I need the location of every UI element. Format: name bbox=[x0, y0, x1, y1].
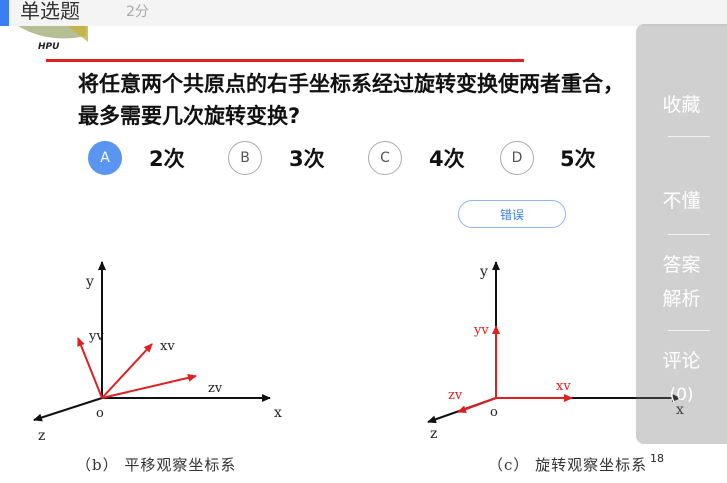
favorite-button[interactable]: 收藏 bbox=[636, 90, 727, 121]
top-bar-accent bbox=[0, 0, 9, 26]
left-caption: （b） 平移观察坐标系 bbox=[76, 456, 237, 474]
right-y-label: y bbox=[479, 264, 488, 280]
left-yv-label: yv bbox=[88, 329, 104, 344]
right-yv-label: yv bbox=[473, 323, 489, 338]
answer-label[interactable]: 答案 bbox=[636, 250, 727, 281]
answer-options: A 2次 B 3次 C 4次 D 5次 bbox=[0, 140, 640, 180]
dont-understand-button[interactable]: 不懂 bbox=[636, 186, 727, 217]
option-c-circle[interactable]: C bbox=[368, 141, 402, 175]
left-y-label: y bbox=[85, 274, 94, 290]
option-d-text: 5次 bbox=[560, 147, 596, 171]
question-text: 将任意两个共原点的右手坐标系经过旋转变换使两者重合，最多需要几次旋转变换? bbox=[78, 72, 624, 128]
left-yv-axis bbox=[77, 337, 103, 399]
option-a-circle[interactable]: A bbox=[88, 141, 122, 175]
page-number: 18 bbox=[650, 452, 664, 465]
coordinate-diagrams: y x z o yv xv zv y x z o yv xv zv bbox=[33, 261, 684, 444]
right-caption: （c） 旋转观察坐标系 bbox=[488, 456, 648, 474]
title-underline bbox=[46, 59, 524, 62]
right-origin-label: o bbox=[490, 405, 498, 420]
coordinate-figure: y x z o yv xv zv y x z o yv xv zv （b） 平移… bbox=[0, 240, 727, 479]
left-xv-axis bbox=[101, 343, 153, 399]
right-xv-label: xv bbox=[556, 379, 571, 394]
side-panel: 收藏 不懂 答案 解析 评论 (0) bbox=[636, 24, 727, 444]
top-bar: 单选题 2分 bbox=[0, 0, 727, 26]
option-a-text: 2次 bbox=[149, 147, 185, 171]
option-c-text: 4次 bbox=[429, 147, 465, 171]
left-origin-label: o bbox=[96, 406, 104, 421]
left-zv-label: zv bbox=[208, 381, 223, 396]
analysis-label[interactable]: 解析 bbox=[636, 284, 727, 315]
side-divider bbox=[668, 136, 710, 137]
left-zv-axis bbox=[101, 373, 197, 399]
option-d[interactable]: D 5次 bbox=[500, 140, 596, 176]
option-b-text: 3次 bbox=[289, 147, 325, 171]
right-z-label: z bbox=[430, 426, 437, 442]
left-x-label: x bbox=[274, 405, 282, 421]
left-xv-label: xv bbox=[160, 339, 175, 354]
question-type-label: 单选题 bbox=[20, 0, 80, 23]
report-error-button[interactable]: 错误 bbox=[458, 200, 566, 228]
option-a[interactable]: A 2次 bbox=[88, 140, 185, 176]
left-diagram: y x z o yv xv zv bbox=[33, 261, 282, 444]
side-divider bbox=[668, 330, 710, 331]
right-zv-label: zv bbox=[448, 388, 463, 403]
left-z-label: z bbox=[38, 428, 45, 444]
score-label: 2分 bbox=[126, 4, 149, 20]
side-divider bbox=[668, 234, 710, 235]
option-d-circle[interactable]: D bbox=[500, 141, 534, 175]
option-b-circle[interactable]: B bbox=[228, 141, 262, 175]
comment-button[interactable]: 评论 bbox=[636, 346, 727, 377]
option-c[interactable]: C 4次 bbox=[368, 140, 465, 176]
logo-text: HPU bbox=[38, 42, 60, 52]
left-z-axis bbox=[33, 397, 103, 422]
option-b[interactable]: B 3次 bbox=[228, 140, 325, 176]
comment-count: (0) bbox=[669, 385, 694, 405]
